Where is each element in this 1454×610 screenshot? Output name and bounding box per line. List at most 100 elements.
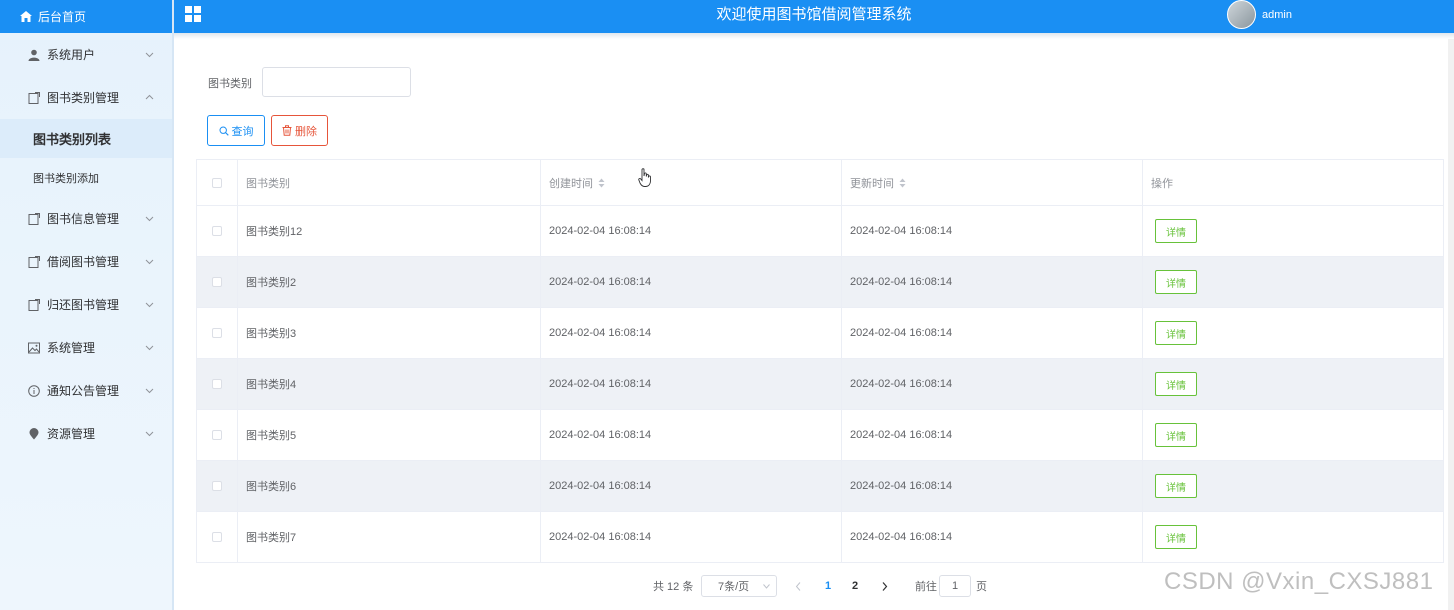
sidebar-item-label: 图书信息管理	[47, 212, 120, 226]
row-select-cell	[197, 359, 238, 409]
row-select-cell	[197, 410, 238, 460]
table-row: 图书类别12 2024-02-04 16:08:14 2024-02-04 16…	[197, 206, 1444, 257]
watermark: CSDN @Vxin_CXSJ881	[1164, 568, 1434, 595]
sidebar-item-notice[interactable]: 通知公告管理	[0, 369, 172, 412]
table-row: 图书类别3 2024-02-04 16:08:14 2024-02-04 16:…	[197, 308, 1444, 359]
row-checkbox[interactable]	[212, 532, 222, 542]
sidebar-subitem-category-add[interactable]: 图书类别添加	[0, 158, 172, 197]
row-checkbox[interactable]	[212, 226, 222, 236]
page-button-2[interactable]: 2	[852, 575, 858, 597]
table-header-row: 图书类别 创建时间 更新时间 操作	[197, 160, 1444, 206]
cell-category: 图书类别6	[238, 461, 541, 511]
page-size-value: 7条/页	[718, 581, 750, 593]
cell-actions: 详情	[1143, 206, 1444, 256]
goto-suffix: 页	[976, 581, 987, 593]
chevron-down-icon	[145, 52, 154, 57]
cell-updated: 2024-02-04 16:08:14	[842, 461, 1143, 511]
cell-updated: 2024-02-04 16:08:14	[842, 308, 1143, 358]
next-page-button[interactable]	[881, 575, 888, 597]
table-row: 图书类别6 2024-02-04 16:08:14 2024-02-04 16:…	[197, 461, 1444, 512]
row-checkbox[interactable]	[212, 430, 222, 440]
chevron-down-icon	[145, 345, 154, 350]
column-header-category: 图书类别	[238, 160, 541, 205]
sidebar-item-return[interactable]: 归还图书管理	[0, 283, 172, 326]
detail-button[interactable]: 详情	[1155, 372, 1197, 396]
sidebar-subitem-category-list[interactable]: 图书类别列表	[0, 119, 172, 158]
detail-button[interactable]: 详情	[1155, 474, 1197, 498]
table-row: 图书类别7 2024-02-04 16:08:14 2024-02-04 16:…	[197, 512, 1444, 563]
cell-created: 2024-02-04 16:08:14	[541, 257, 842, 307]
username[interactable]: admin	[1262, 9, 1292, 21]
document-icon	[28, 91, 40, 104]
sidebar-item-label: 系统管理	[47, 341, 96, 355]
page-button-1[interactable]: 1	[825, 575, 831, 597]
table-row: 图书类别2 2024-02-04 16:08:14 2024-02-04 16:…	[197, 257, 1444, 308]
row-checkbox[interactable]	[212, 328, 222, 338]
sidebar-item-book-info[interactable]: 图书信息管理	[0, 197, 172, 240]
detail-button[interactable]: 详情	[1155, 219, 1197, 243]
row-select-cell	[197, 512, 238, 562]
detail-button[interactable]: 详情	[1155, 270, 1197, 294]
sidebar-item-label: 借阅图书管理	[47, 255, 120, 269]
sort-icon[interactable]	[598, 178, 605, 188]
sort-icon[interactable]	[899, 178, 906, 188]
sidebar-item-category-management[interactable]: 图书类别管理	[0, 76, 172, 119]
query-button-label: 查询	[231, 125, 254, 138]
cell-actions: 详情	[1143, 512, 1444, 562]
column-header-label: 创建时间	[549, 177, 593, 190]
document-icon	[28, 255, 40, 268]
vertical-scrollbar[interactable]	[1448, 39, 1454, 610]
row-checkbox[interactable]	[212, 481, 222, 491]
sidebar-item-label: 资源管理	[47, 427, 96, 441]
row-select-cell	[197, 257, 238, 307]
detail-button[interactable]: 详情	[1155, 321, 1197, 345]
sidebar-home[interactable]: 后台首页	[0, 0, 172, 33]
table-row: 图书类别4 2024-02-04 16:08:14 2024-02-04 16:…	[197, 359, 1444, 410]
query-button[interactable]: 查询	[207, 115, 265, 146]
search-label: 图书类别	[208, 78, 252, 90]
cell-created: 2024-02-04 16:08:14	[541, 461, 842, 511]
cell-created: 2024-02-04 16:08:14	[541, 512, 842, 562]
avatar[interactable]	[1227, 0, 1256, 29]
sidebar-item-resources[interactable]: 资源管理	[0, 412, 172, 455]
location-icon	[29, 427, 39, 439]
cell-category: 图书类别7	[238, 512, 541, 562]
sidebar-item-borrow[interactable]: 借阅图书管理	[0, 240, 172, 283]
detail-button[interactable]: 详情	[1155, 525, 1197, 549]
cell-actions: 详情	[1143, 308, 1444, 358]
select-all-cell	[197, 160, 238, 205]
row-checkbox[interactable]	[212, 379, 222, 389]
delete-button-label: 删除	[295, 125, 317, 138]
category-search-input[interactable]	[262, 67, 411, 97]
chevron-down-icon	[145, 302, 154, 307]
goto-label: 前往	[915, 581, 937, 593]
detail-button[interactable]: 详情	[1155, 423, 1197, 447]
chevron-down-icon	[145, 216, 154, 221]
page-size-select[interactable]: 7条/页	[701, 575, 777, 597]
cell-actions: 详情	[1143, 461, 1444, 511]
cell-updated: 2024-02-04 16:08:14	[842, 257, 1143, 307]
goto-page-input[interactable]: 1	[939, 575, 971, 597]
cell-updated: 2024-02-04 16:08:14	[842, 512, 1143, 562]
chevron-up-icon	[145, 94, 154, 99]
document-icon	[28, 212, 40, 225]
cell-actions: 详情	[1143, 359, 1444, 409]
sidebar-home-label: 后台首页	[38, 10, 87, 24]
sidebar: 后台首页 系统用户 图书类别管理 图书类别列表 图书类别添加 图书信息管理 借阅…	[0, 0, 174, 610]
sidebar-item-system-management[interactable]: 系统管理	[0, 326, 172, 369]
delete-button[interactable]: 删除	[271, 115, 328, 146]
sidebar-item-label: 归还图书管理	[47, 298, 120, 312]
column-header-updated[interactable]: 更新时间	[842, 160, 1143, 205]
prev-page-button[interactable]	[795, 575, 802, 597]
select-all-checkbox[interactable]	[212, 177, 222, 188]
cell-actions: 详情	[1143, 410, 1444, 460]
cell-category: 图书类别2	[238, 257, 541, 307]
cell-category: 图书类别5	[238, 410, 541, 460]
column-header-created[interactable]: 创建时间	[541, 160, 842, 205]
chevron-down-icon	[145, 431, 154, 436]
cell-category: 图书类别12	[238, 206, 541, 256]
row-checkbox[interactable]	[212, 277, 222, 287]
cell-created: 2024-02-04 16:08:14	[541, 410, 842, 460]
cell-category: 图书类别3	[238, 308, 541, 358]
sidebar-item-system-users[interactable]: 系统用户	[0, 33, 172, 76]
